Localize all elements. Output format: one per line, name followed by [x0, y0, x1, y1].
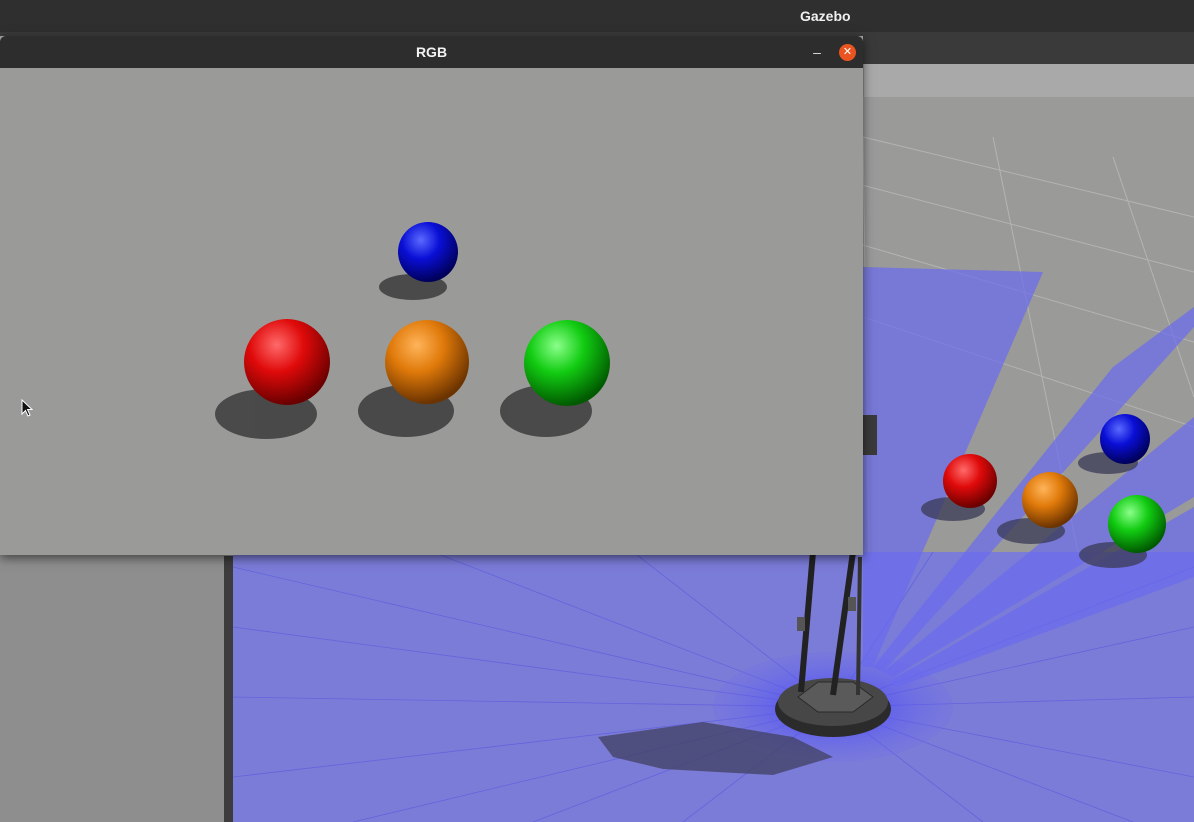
scene-sphere-green: [1108, 495, 1166, 553]
camera-ground: [0, 68, 863, 555]
camera-sphere-orange: [385, 320, 469, 404]
rgb-window-titlebar[interactable]: RGB – ✕: [0, 36, 863, 68]
gazebo-toolbar: [864, 64, 1194, 98]
close-icon[interactable]: ✕: [839, 44, 856, 61]
camera-sphere-blue: [398, 222, 458, 282]
camera-sphere-green: [524, 320, 610, 406]
scene-sphere-red: [943, 454, 997, 508]
desktop-top-bar: Gazebo: [0, 0, 1194, 32]
gazebo-left-panel[interactable]: [0, 556, 224, 822]
camera-sphere-red: [244, 319, 330, 405]
active-app-name: Gazebo: [800, 8, 851, 24]
rgb-camera-window[interactable]: RGB – ✕: [0, 36, 863, 555]
rgb-window-title: RGB: [415, 44, 448, 60]
scene-sphere-orange: [1022, 472, 1078, 528]
mouse-pointer-icon: [21, 399, 33, 417]
scene-sphere-blue: [1100, 414, 1150, 464]
rgb-camera-image: [0, 68, 863, 555]
panel-splitter[interactable]: [224, 556, 233, 822]
minimize-icon[interactable]: –: [809, 44, 825, 60]
